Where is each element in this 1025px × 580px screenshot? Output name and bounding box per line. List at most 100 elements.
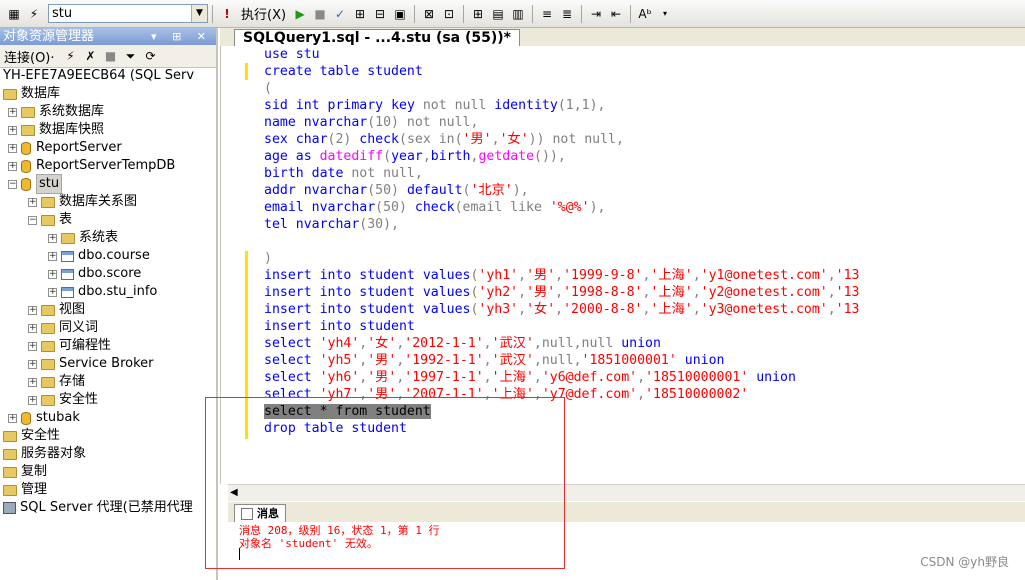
code-token: into	[319, 319, 360, 334]
results-to-file-icon[interactable]: ▤	[490, 6, 506, 22]
tree-item[interactable]: YH-EFE7A9EECB64 (SQL Serv	[3, 67, 194, 85]
code-token: '1997-1-1'	[404, 370, 484, 385]
query-plan-icon[interactable]: ⊞	[352, 6, 368, 22]
tree-item[interactable]: − stu	[8, 174, 63, 194]
expand-icon[interactable]: +	[28, 197, 37, 207]
estimated-plan-icon[interactable]: ⊠	[421, 6, 437, 22]
expand-icon[interactable]: +	[48, 251, 57, 261]
tree-item[interactable]: − 表	[28, 211, 72, 229]
tree-item[interactable]: 管理	[3, 481, 47, 499]
tree-item[interactable]: + 可编程性	[28, 337, 111, 355]
tree-item[interactable]: + Service Broker	[28, 355, 154, 373]
tree-item[interactable]: 复制	[3, 463, 47, 481]
chevron-down-icon[interactable]: ▼	[191, 5, 207, 22]
code-token: )	[264, 251, 272, 266]
tree-item[interactable]: 安全性	[3, 427, 60, 445]
tree-item[interactable]: + 存储	[28, 373, 85, 391]
code-line: select 'yh7','男','2007-1-1','上海','y7@def…	[264, 386, 748, 403]
tree-item[interactable]: + ReportServerTempDB	[8, 157, 175, 175]
specify-values-icon[interactable]: Aᵇ	[637, 6, 653, 22]
results-to-grid-icon[interactable]: ⊞	[470, 6, 486, 22]
tree-item[interactable]: + stubak	[8, 409, 80, 427]
expand-icon[interactable]: +	[28, 323, 37, 333]
expand-icon[interactable]: +	[8, 413, 17, 423]
filter-icon[interactable]: ⏷	[123, 48, 139, 64]
exclamation-icon: !	[224, 6, 230, 21]
code-token: '男'	[526, 285, 556, 300]
refresh-icon[interactable]: ⟳	[143, 48, 159, 64]
execute-button[interactable]: 执行(X)	[241, 4, 286, 23]
tree-item[interactable]: SQL Server 代理(已禁用代理	[3, 499, 193, 517]
scroll-left-icon[interactable]: ◀	[230, 487, 238, 498]
editor-horizontal-scrollbar[interactable]: ◀	[228, 484, 1025, 501]
toolbar-overflow-icon[interactable]: ▾	[657, 6, 673, 22]
debug-play-icon[interactable]: ▶	[292, 6, 308, 22]
expand-icon[interactable]: +	[8, 107, 17, 117]
results-to-text-icon[interactable]: ▣	[392, 6, 408, 22]
stop-icon[interactable]: ■	[103, 48, 119, 64]
expand-icon[interactable]: +	[8, 125, 17, 135]
tree-item[interactable]: + 数据库快照	[8, 121, 104, 139]
code-token: ,	[518, 302, 527, 317]
expand-icon[interactable]: +	[28, 341, 37, 351]
collapse-icon[interactable]: −	[28, 215, 37, 225]
code-token: select	[264, 336, 320, 351]
tree-item[interactable]: 数据库	[3, 85, 60, 103]
code-token: ,	[692, 302, 701, 317]
connect-button[interactable]: 连接(O)·	[4, 47, 55, 66]
code-token: union	[621, 336, 661, 351]
parse-check-icon[interactable]: ✓	[332, 6, 348, 22]
tree-item[interactable]: + 视图	[28, 301, 85, 319]
tree-item[interactable]: + 系统表	[48, 229, 118, 247]
panel-controls[interactable]: ▾ ⊞ ✕	[151, 28, 212, 45]
outdent-icon[interactable]: ⇤	[608, 6, 624, 22]
tree-item[interactable]: + 同义词	[28, 319, 98, 337]
code-token: (50)	[375, 200, 415, 215]
code-token: ,	[483, 353, 492, 368]
tree-item[interactable]: + 数据库关系图	[28, 193, 137, 211]
expand-icon[interactable]: +	[48, 233, 57, 243]
expand-icon[interactable]: +	[28, 359, 37, 369]
connect-icon[interactable]: ⚡	[63, 48, 79, 64]
messages-pane[interactable]: 消息 208，级别 16，状态 1，第 1 行 对象名 'student' 无效…	[228, 522, 1025, 580]
tab-messages[interactable]: 消息	[234, 504, 286, 522]
indent-icon[interactable]: ⇥	[588, 6, 604, 22]
code-token: ,	[533, 370, 542, 385]
tree-item-label: ReportServerTempDB	[36, 158, 176, 173]
code-line: create table student	[264, 63, 423, 80]
expand-icon[interactable]: +	[48, 287, 57, 297]
expand-icon[interactable]: +	[8, 161, 17, 171]
tree-item[interactable]: + 安全性	[28, 391, 98, 409]
stop-icon[interactable]: ■	[312, 6, 328, 22]
query-designer-icon[interactable]: ⊟	[372, 6, 388, 22]
tree-item[interactable]: + dbo.course	[48, 247, 150, 265]
results-grid-icon[interactable]: ▦	[6, 6, 22, 22]
expand-icon[interactable]: +	[28, 377, 37, 387]
tree-item[interactable]: + dbo.score	[48, 265, 141, 283]
code-token: 'y3@onetest.com'	[700, 302, 828, 317]
code-token: sex	[264, 132, 296, 147]
tree-item[interactable]: 服务器对象	[3, 445, 86, 463]
code-token: 'yh1'	[478, 268, 519, 283]
connect-query-icon[interactable]: ⚡	[26, 6, 42, 22]
tree-item[interactable]: + dbo.stu_info	[48, 283, 157, 301]
expand-icon[interactable]: +	[8, 143, 17, 153]
tree-item-label: 数据库	[21, 86, 61, 101]
expand-icon[interactable]: +	[28, 305, 37, 315]
collapse-icon[interactable]: −	[8, 179, 17, 189]
tab-sqlquery1[interactable]: SQLQuery1.sql - ...4.stu (sa (55))*	[234, 29, 521, 46]
database-select[interactable]: stu ▼	[48, 4, 208, 23]
disconnect-icon[interactable]: ✗	[83, 48, 99, 64]
results-pane-icon[interactable]: ▥	[510, 6, 526, 22]
code-token: datediff	[319, 149, 384, 164]
sql-editor[interactable]: use stu create table student(sid int prim…	[220, 46, 1025, 484]
uncomment-icon[interactable]: ≣	[559, 6, 575, 22]
expand-icon[interactable]: +	[48, 269, 57, 279]
comment-icon[interactable]: ≡	[539, 6, 555, 22]
tree-item[interactable]: + ReportServer	[8, 139, 122, 157]
code-line: select 'yh4','女','2012-1-1','武汉',null,nu…	[264, 335, 661, 352]
expand-icon[interactable]: +	[28, 395, 37, 405]
code-token: year	[391, 149, 423, 164]
tree-item[interactable]: + 系统数据库	[8, 103, 104, 121]
client-stats-icon[interactable]: ⊡	[441, 6, 457, 22]
